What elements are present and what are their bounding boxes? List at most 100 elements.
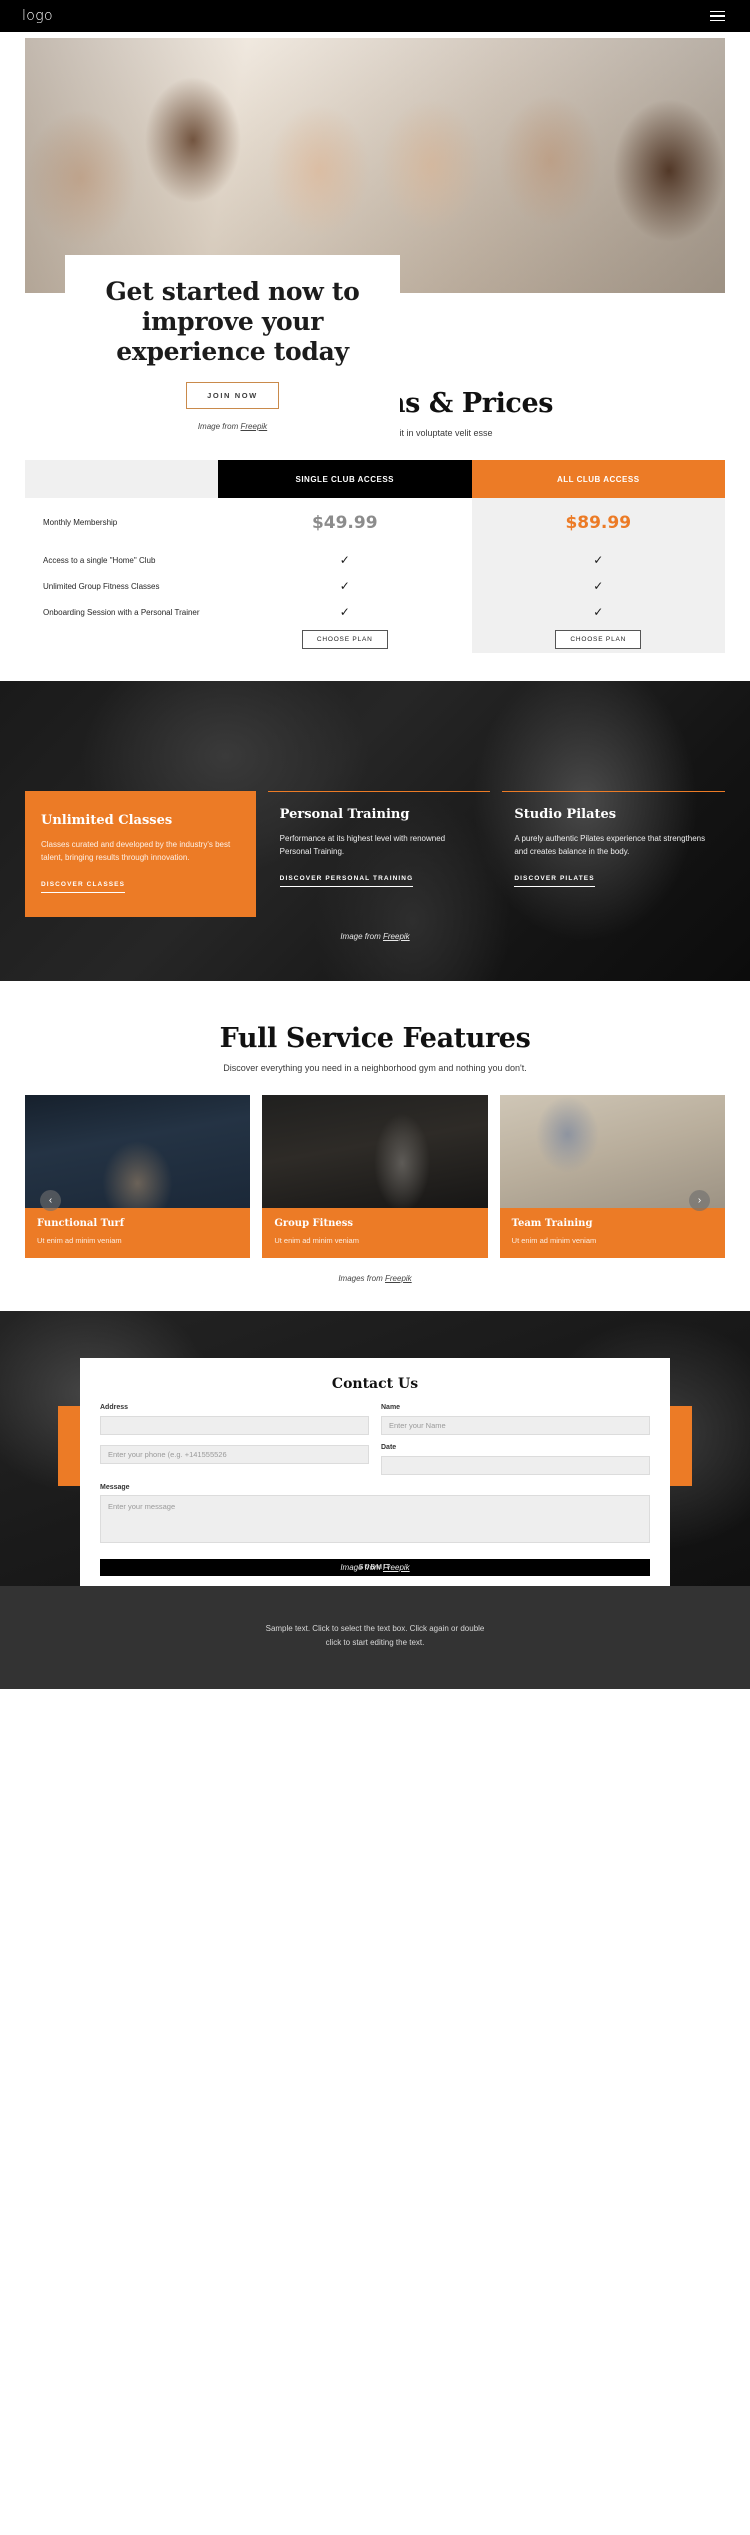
chevron-left-icon[interactable]: ‹ — [40, 1190, 61, 1211]
pricing-action-single-cell: CHOOSE PLAN — [218, 625, 472, 653]
features-title: Full Service Features — [219, 1023, 531, 1054]
pricing-action-row: CHOOSE PLAN CHOOSE PLAN — [25, 625, 725, 653]
credit-prefix: Images from — [338, 1274, 385, 1283]
chevron-right-icon[interactable]: › — [689, 1190, 710, 1211]
pricing-price-all: $89.99 — [565, 512, 632, 533]
classes-card-list: Unlimited Classes Classes curated and de… — [25, 791, 726, 918]
class-card-personal-training: Personal Training Performance at its hig… — [267, 791, 491, 917]
name-label: Name — [381, 1404, 401, 1411]
hamburger-menu-icon[interactable] — [707, 8, 728, 25]
class-card-body: Performance at its highest level with re… — [279, 834, 446, 857]
feature-card-subtitle: Ut enim ad minim veniam — [37, 1236, 122, 1245]
contact-row-2: Date — [100, 1444, 650, 1475]
feature-card-caption: Functional Turf Ut enim ad minim veniam — [25, 1208, 251, 1258]
credit-link[interactable]: Freepik — [383, 1563, 410, 1572]
site-logo[interactable]: logo — [22, 8, 53, 24]
burger-line — [710, 19, 725, 22]
discover-pilates-link[interactable]: DISCOVER PILATES — [514, 875, 595, 888]
table-row: Access to a single "Home" Club ✓ ✓ — [25, 547, 725, 573]
check-icon: ✓ — [339, 579, 350, 593]
check-icon: ✓ — [339, 553, 350, 567]
check-icon: ✓ — [339, 605, 350, 619]
class-card-body: A purely authentic Pilates experience th… — [514, 834, 706, 857]
pricing-action-all-cell: CHOOSE PLAN — [471, 625, 725, 653]
features-section: Full Service Features Discover everythin… — [0, 981, 750, 1311]
class-card-title: Personal Training — [279, 807, 410, 822]
features-images-credit: Images from Freepik — [0, 1274, 750, 1283]
feature-card-image — [262, 1095, 488, 1208]
burger-line — [710, 15, 725, 17]
feature-card-functional-turf[interactable]: Functional Turf Ut enim ad minim veniam — [25, 1095, 251, 1258]
pricing-header-single-label: SINGLE CLUB ACCESS — [295, 474, 394, 484]
contact-section: Contact Us Address Name Date — [0, 1311, 750, 1586]
pricing-action-blank — [25, 625, 218, 653]
pricing-table: SINGLE CLUB ACCESS ALL CLUB ACCESS Month… — [25, 460, 725, 653]
hero-image-credit: Image from Freepik — [91, 422, 374, 431]
name-field-group: Name — [381, 1404, 650, 1435]
credit-link[interactable]: Freepik — [241, 422, 268, 431]
pricing-feature-all-cell: ✓ — [471, 573, 725, 599]
feature-card-image — [499, 1095, 725, 1208]
features-subtitle: Discover everything you need in a neighb… — [223, 1063, 527, 1073]
date-field-group: Date — [381, 1444, 650, 1475]
address-input[interactable] — [100, 1416, 369, 1435]
check-icon: ✓ — [593, 605, 604, 619]
message-field-group: Message — [100, 1484, 650, 1548]
pricing-price-label: Monthly Membership — [43, 518, 118, 527]
class-card-unlimited-classes: Unlimited Classes Classes curated and de… — [25, 791, 256, 918]
contact-image-credit: Image from Freepik — [0, 1563, 750, 1572]
pricing-feature-single-cell: ✓ — [218, 599, 472, 625]
pricing-header-single: SINGLE CLUB ACCESS — [218, 460, 472, 498]
hero-content-card: Get started now to improve your experien… — [65, 255, 400, 449]
hero-section: Get started now to improve your experien… — [0, 32, 750, 449]
footer-text-line-1: Sample text. Click to select the text bo… — [265, 1624, 485, 1633]
feature-card-image — [25, 1095, 251, 1208]
feature-card-caption: Team Training Ut enim ad minim veniam — [499, 1208, 725, 1258]
table-row: Unlimited Group Fitness Classes ✓ ✓ — [25, 573, 725, 599]
choose-plan-all-button[interactable]: CHOOSE PLAN — [555, 629, 642, 649]
discover-classes-link[interactable]: DISCOVER CLASSES — [41, 881, 126, 894]
date-input[interactable] — [381, 1456, 650, 1475]
class-card-title: Unlimited Classes — [41, 813, 173, 828]
contact-form-card: Contact Us Address Name Date — [80, 1358, 670, 1586]
discover-personal-training-link[interactable]: DISCOVER PERSONAL TRAINING — [279, 875, 414, 888]
feature-card-title: Functional Turf — [37, 1218, 125, 1229]
pricing-feature-label: Access to a single "Home" Club — [43, 555, 156, 565]
message-label: Message — [100, 1484, 130, 1491]
credit-link[interactable]: Freepik — [385, 1274, 412, 1283]
pricing-header-blank — [25, 460, 218, 498]
choose-plan-single-button[interactable]: CHOOSE PLAN — [301, 629, 388, 649]
footer-text-line-2: click to start editing the text. — [325, 1637, 425, 1647]
pricing-header-all: ALL CLUB ACCESS — [471, 460, 725, 498]
classes-section: Unlimited Classes Classes curated and de… — [0, 681, 750, 981]
pricing-feature-all-cell: ✓ — [471, 599, 725, 625]
class-card-body: Classes curated and developed by the ind… — [41, 840, 231, 863]
check-icon: ✓ — [593, 553, 604, 567]
join-now-button[interactable]: JOIN NOW — [186, 382, 279, 409]
credit-prefix: Image from — [197, 422, 241, 431]
feature-card-subtitle: Ut enim ad minim veniam — [274, 1236, 359, 1245]
pricing-feature-label: Unlimited Group Fitness Classes — [43, 581, 160, 591]
class-card-title: Studio Pilates — [514, 807, 617, 822]
feature-card-caption: Group Fitness Ut enim ad minim veniam — [262, 1208, 488, 1258]
name-input[interactable] — [381, 1416, 650, 1435]
pricing-feature-single-cell: ✓ — [218, 573, 472, 599]
date-label: Date — [381, 1444, 397, 1451]
hero-title: Get started now to improve your experien… — [105, 277, 360, 366]
feature-card-group-fitness[interactable]: Group Fitness Ut enim ad minim veniam — [262, 1095, 488, 1258]
phone-input[interactable] — [100, 1445, 369, 1464]
burger-line — [710, 10, 725, 13]
feature-card-team-training[interactable]: Team Training Ut enim ad minim veniam — [499, 1095, 725, 1258]
classes-image-credit: Image from Freepik — [0, 932, 750, 941]
top-navigation-bar: logo — [0, 0, 750, 32]
credit-link[interactable]: Freepik — [383, 932, 410, 941]
address-field-group: Address — [100, 1404, 369, 1435]
table-row: Onboarding Session with a Personal Train… — [25, 599, 725, 625]
pricing-feature-single-cell: ✓ — [218, 547, 472, 573]
pricing-price-row: Monthly Membership $49.99 $89.99 — [25, 498, 725, 547]
landing-page: logo Get started now to improve your exp… — [0, 0, 750, 1690]
message-textarea[interactable] — [100, 1495, 650, 1543]
credit-prefix: Image from — [340, 932, 383, 941]
feature-card-title: Group Fitness — [274, 1218, 353, 1229]
address-label: Address — [100, 1404, 129, 1411]
